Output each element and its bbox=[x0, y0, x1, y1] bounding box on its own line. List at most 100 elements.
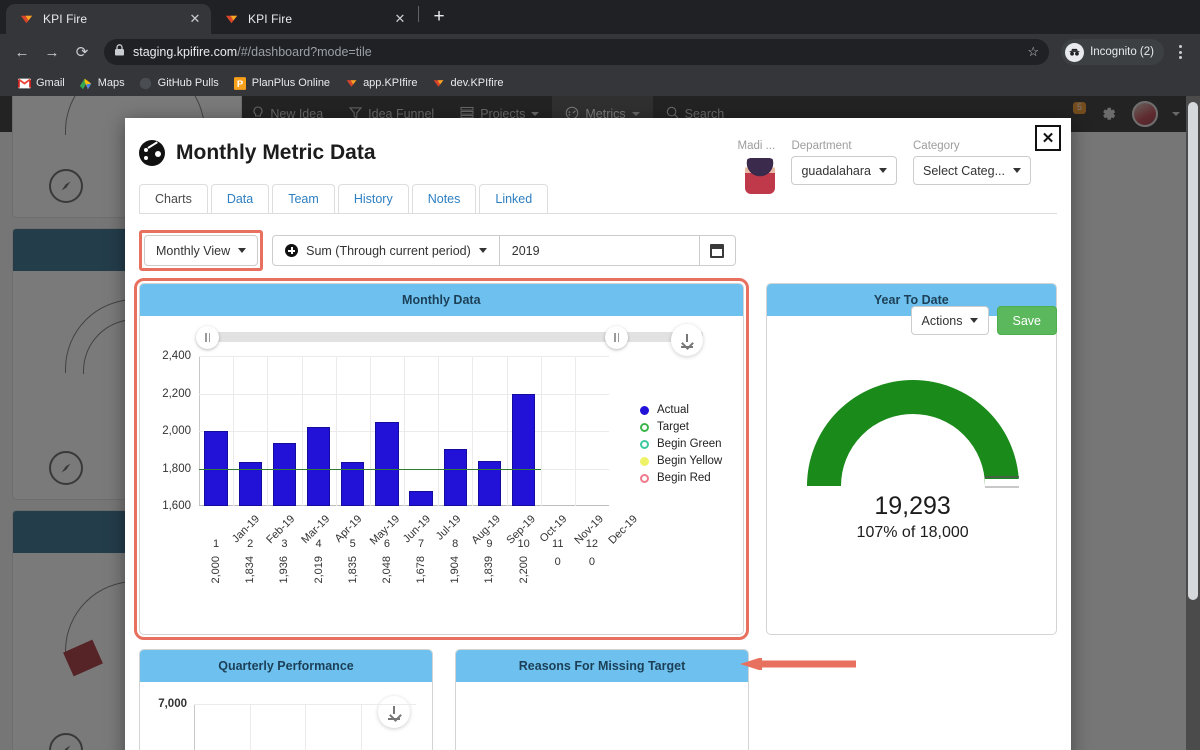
avatar[interactable] bbox=[745, 158, 776, 194]
data-column: 3 1,936 bbox=[267, 538, 301, 589]
gridline bbox=[574, 356, 576, 506]
column-value: 1,839 bbox=[483, 556, 496, 584]
y-axis bbox=[194, 704, 195, 750]
chevron-down-icon bbox=[879, 168, 887, 173]
new-tab-button[interactable]: + bbox=[425, 4, 453, 32]
legend-label: Begin Red bbox=[657, 472, 711, 484]
legend-label: Begin Green bbox=[657, 438, 722, 450]
kpifire-flame-icon bbox=[18, 11, 34, 27]
tab-title: KPI Fire bbox=[248, 12, 293, 26]
quarterly-performance-panel: Quarterly Performance 7,0006,0005,000 bbox=[139, 649, 433, 750]
bookmark-github-pulls[interactable]: GitHub Pulls bbox=[132, 74, 226, 92]
data-column: 12 0 bbox=[575, 538, 609, 570]
column-index: 6 bbox=[383, 538, 390, 550]
bookmark-label: dev.KPIfire bbox=[450, 77, 504, 89]
range-slider-handle-left[interactable] bbox=[196, 326, 219, 349]
data-column: 7 1,678 bbox=[404, 538, 438, 589]
scrollbar-thumb[interactable] bbox=[1188, 102, 1198, 600]
browser-menu-icon[interactable] bbox=[1168, 39, 1192, 65]
chart-legend: Actual Target Begin Green Begin Yellow Begin… bbox=[640, 404, 722, 484]
bar[interactable] bbox=[306, 427, 331, 506]
data-column: 8 1,904 bbox=[438, 538, 472, 589]
tab-notes[interactable]: Notes bbox=[411, 184, 477, 213]
page-scrollbar[interactable] bbox=[1186, 96, 1200, 750]
legend-label: Begin Yellow bbox=[657, 455, 723, 467]
column-value: 0 bbox=[588, 556, 595, 568]
column-value: 1,834 bbox=[244, 556, 257, 584]
address-bar[interactable]: staging.kpifire.com/#/dashboard?mode=til… bbox=[104, 39, 1050, 65]
incognito-profile-button[interactable]: Incognito (2) bbox=[1061, 39, 1164, 65]
tab-close-icon[interactable]: ✕ bbox=[392, 11, 408, 27]
chevron-down-icon bbox=[478, 248, 487, 253]
bookmark-star-icon[interactable]: ☆ bbox=[1027, 44, 1039, 60]
kpifire-flame-icon bbox=[431, 76, 445, 90]
data-column: 1 2,000 bbox=[199, 538, 233, 589]
navigation-bar: ← → ⟳ staging.kpifire.com/#/dashboard?mo… bbox=[0, 34, 1200, 70]
bookmarks-bar: Gmail Maps GitHub Pulls P PlanPlus Onlin… bbox=[0, 70, 1200, 96]
planplus-icon: P bbox=[233, 76, 247, 90]
bar[interactable] bbox=[409, 491, 433, 506]
column-index: 5 bbox=[349, 538, 356, 550]
chevron-down-icon bbox=[1013, 168, 1021, 173]
bar[interactable] bbox=[272, 443, 297, 506]
legend-swatch bbox=[640, 405, 649, 415]
forward-icon[interactable]: → bbox=[38, 38, 66, 66]
category-field: Category Select Categ... bbox=[913, 140, 1031, 185]
bookmark-maps[interactable]: Maps bbox=[72, 74, 132, 92]
bookmark-label: Maps bbox=[97, 77, 125, 89]
legend-item[interactable]: Target bbox=[640, 421, 722, 433]
browser-tab[interactable]: KPI Fire ✕ bbox=[211, 4, 416, 34]
category-select[interactable]: Select Categ... bbox=[913, 156, 1031, 185]
tab-data[interactable]: Data bbox=[210, 184, 270, 213]
gridline bbox=[267, 356, 269, 506]
monthly-data-panel: Monthly Data 1,600 1,800 2,000 2,200 2,400 Ja… bbox=[134, 278, 749, 640]
tab-linked[interactable]: Linked bbox=[479, 184, 549, 213]
legend-item[interactable]: Begin Red bbox=[640, 472, 722, 484]
svg-text:P: P bbox=[237, 77, 243, 88]
tab-team[interactable]: Team bbox=[272, 184, 335, 213]
gridline bbox=[472, 356, 474, 506]
year-input[interactable]: 2019 bbox=[499, 235, 700, 266]
legend-swatch bbox=[640, 456, 649, 466]
monthly-panel-title: Monthly Data bbox=[140, 284, 743, 316]
close-icon[interactable]: ✕ bbox=[1035, 125, 1061, 151]
bar[interactable] bbox=[443, 449, 467, 506]
tab-charts[interactable]: Charts bbox=[139, 184, 208, 213]
monthly-view-select[interactable]: Monthly View bbox=[144, 235, 259, 266]
category-label: Category bbox=[913, 140, 960, 152]
owner-label: Madi ... bbox=[737, 140, 776, 152]
legend-item[interactable]: Actual bbox=[640, 404, 722, 416]
bar[interactable] bbox=[375, 422, 399, 506]
bar[interactable] bbox=[511, 393, 536, 506]
department-select[interactable]: guadalahara bbox=[791, 156, 897, 185]
gridline bbox=[233, 356, 235, 506]
tab-history[interactable]: History bbox=[337, 184, 409, 213]
column-index: 2 bbox=[247, 538, 254, 550]
bookmark-app-kpifire[interactable]: app.KPIfire bbox=[337, 74, 424, 92]
maps-icon bbox=[79, 76, 93, 90]
legend-item[interactable]: Begin Yellow bbox=[640, 455, 722, 467]
bookmark-dev-kpifire[interactable]: dev.KPIfire bbox=[424, 74, 510, 92]
browser-tab[interactable]: KPI Fire ✕ bbox=[6, 4, 211, 34]
download-icon[interactable] bbox=[670, 324, 703, 356]
gridline bbox=[540, 356, 542, 506]
range-slider-handle-right[interactable] bbox=[605, 326, 628, 349]
calendar-icon[interactable] bbox=[699, 235, 736, 266]
x-axis-tick-label: Dec-19 bbox=[606, 513, 640, 547]
reasons-panel-title: Reasons For Missing Target bbox=[456, 650, 748, 682]
reload-icon[interactable]: ⟳ bbox=[68, 38, 96, 66]
gridline bbox=[506, 356, 508, 506]
aggregate-select[interactable]: Sum (Through current period) bbox=[272, 235, 500, 266]
column-index: 8 bbox=[452, 538, 459, 550]
legend-label: Target bbox=[657, 421, 689, 433]
bookmark-label: app.KPIfire bbox=[363, 77, 418, 89]
quarterly-plot-area: 7,0006,0005,000 bbox=[158, 698, 416, 750]
bookmark-gmail[interactable]: Gmail bbox=[10, 74, 72, 92]
monthly-chart: 1,600 1,800 2,000 2,200 2,400 Jan-19 Feb-19 Mar… bbox=[140, 316, 743, 634]
legend-item[interactable]: Begin Green bbox=[640, 438, 722, 450]
back-icon[interactable]: ← bbox=[8, 38, 36, 66]
tab-close-icon[interactable]: ✕ bbox=[187, 11, 203, 27]
bottom-panels: Quarterly Performance 7,0006,0005,000 Re… bbox=[125, 649, 1071, 750]
bookmark-planplus-online[interactable]: P PlanPlus Online bbox=[226, 74, 337, 92]
aggregate-label: Sum (Through current period) bbox=[306, 243, 471, 258]
